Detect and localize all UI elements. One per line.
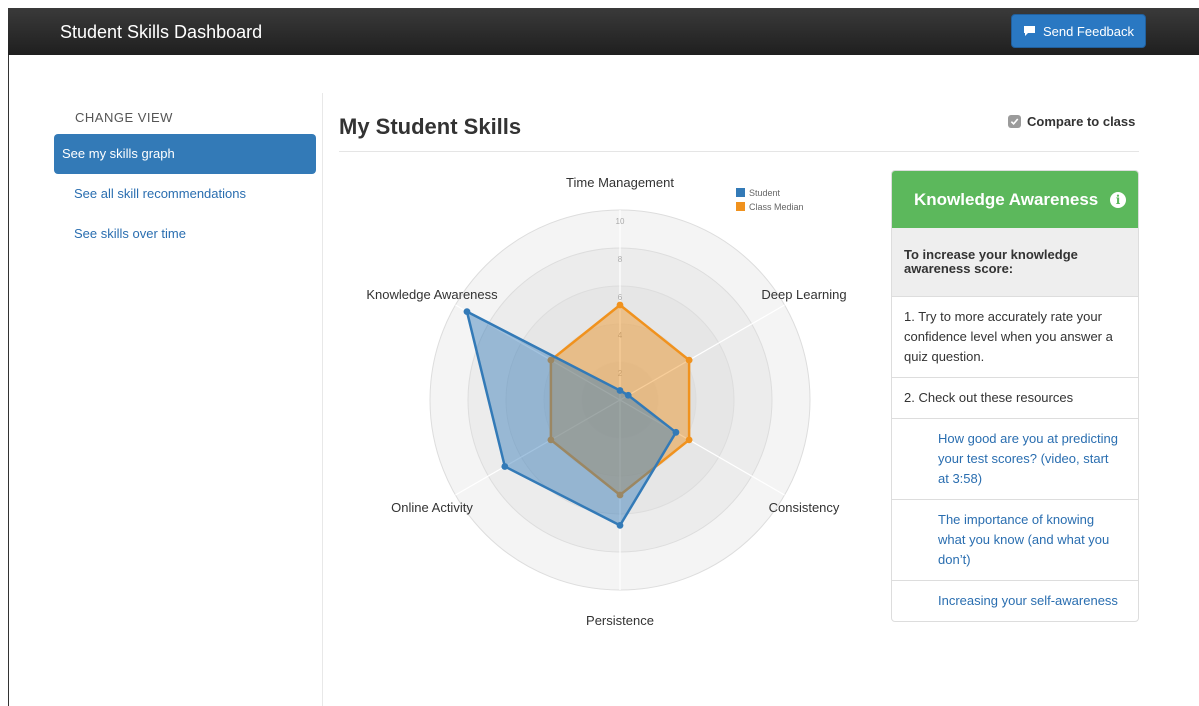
series-point — [501, 463, 509, 470]
left-window-edge — [8, 55, 9, 706]
series-point — [616, 301, 624, 309]
series-point — [624, 391, 632, 399]
page-title: My Student Skills — [339, 114, 522, 139]
radar-tick-label: 6 — [618, 293, 623, 302]
sidebar-item-skills-graph[interactable]: See my skills graph — [54, 134, 316, 174]
panel-step-2: 2. Check out these resources — [892, 378, 1138, 419]
send-feedback-label: Send Feedback — [1042, 23, 1135, 39]
resource-link[interactable]: Increasing your self-awareness — [892, 581, 1138, 621]
compare-to-class-toggle[interactable]: Compare to class — [1008, 114, 1135, 129]
panel-step-1: 1. Try to more accurately rate your conf… — [892, 297, 1138, 378]
top-navbar: Student Skills Dashboard Send Feedback — [8, 8, 1199, 55]
panel-subtitle: To increase your knowledge awareness sco… — [892, 228, 1138, 297]
app-title: Student Skills Dashboard — [60, 22, 263, 42]
skills-radar-chart: 246810Time ManagementDeep LearningConsis… — [366, 175, 846, 628]
compare-checkbox[interactable] — [1008, 115, 1021, 128]
series-point — [616, 387, 624, 394]
axis-label: Deep Learning — [761, 287, 846, 302]
title-rule — [339, 151, 1139, 152]
radar-tick-label: 10 — [616, 217, 625, 226]
legend-swatch — [736, 202, 745, 211]
sidebar-title: CHANGE VIEW — [75, 110, 173, 125]
sidebar-divider — [322, 93, 323, 706]
panel-title: Knowledge Awareness — [914, 189, 1099, 209]
panel-header: Knowledge Awareness i — [892, 171, 1138, 228]
check-icon — [1010, 118, 1019, 126]
series-point — [463, 308, 471, 316]
compare-label: Compare to class — [1027, 114, 1136, 129]
sidebar: CHANGE VIEW See my skills graph See all … — [54, 110, 316, 254]
sidebar-item-skills-over-time[interactable]: See skills over time — [54, 214, 316, 254]
axis-label: Online Activity — [391, 500, 473, 515]
resource-link[interactable]: The importance of knowing what you know … — [892, 500, 1138, 581]
info-icon[interactable]: i — [1110, 191, 1126, 208]
legend-label: Class Median — [749, 202, 804, 212]
axis-label: Consistency — [769, 500, 840, 515]
legend-label: Student — [749, 188, 781, 198]
resource-link[interactable]: How good are you at predicting your test… — [892, 419, 1138, 500]
axis-label: Persistence — [586, 613, 654, 628]
legend-swatch — [736, 188, 745, 197]
recommendation-panel: Knowledge Awareness i To increase your k… — [891, 170, 1139, 622]
send-feedback-button[interactable]: Send Feedback — [1011, 14, 1146, 48]
series-point — [685, 356, 693, 364]
sidebar-item-skill-recommendations[interactable]: See all skill recommendations — [54, 174, 316, 214]
axis-label: Knowledge Awareness — [366, 287, 498, 302]
comment-icon — [1023, 26, 1035, 36]
series-point — [672, 428, 680, 436]
series-point — [616, 522, 624, 529]
axis-label: Time Management — [566, 175, 674, 190]
series-point — [685, 436, 693, 444]
radar-tick-label: 8 — [618, 255, 623, 264]
